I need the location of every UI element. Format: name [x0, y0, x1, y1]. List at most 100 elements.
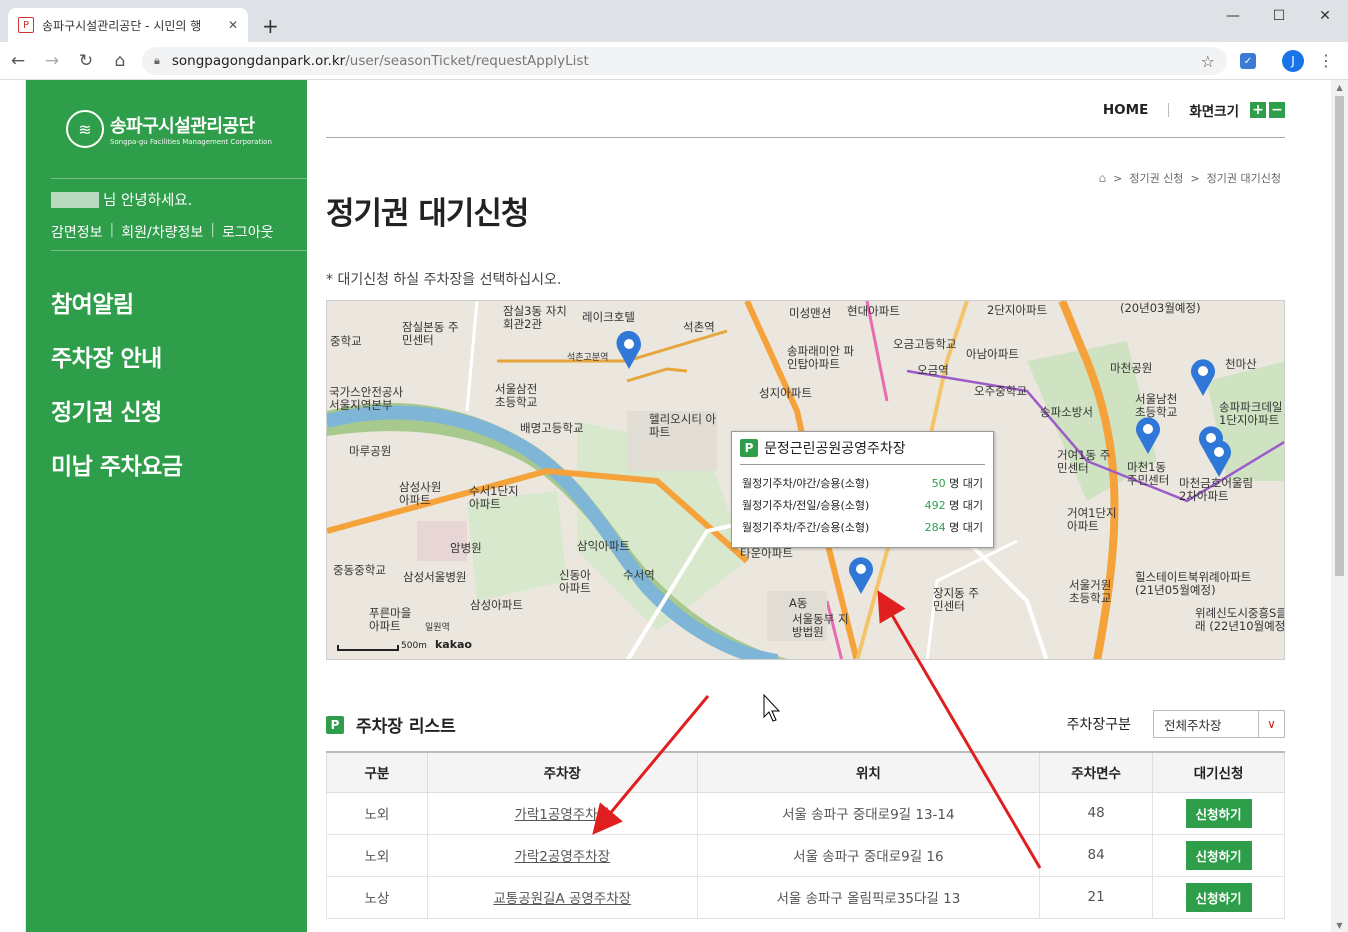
map-label: 암병원	[450, 541, 482, 555]
column-header: 주차면수	[1039, 751, 1154, 793]
ticket-type: 월정기주차/주간/승용(소형)	[742, 521, 870, 534]
profile-avatar[interactable]: J	[1282, 50, 1304, 72]
scroll-thumb[interactable]	[1335, 96, 1344, 576]
list-header: P 주차장 리스트	[326, 712, 456, 737]
logo-subtitle: Songpa-gu Facilities Management Corporat…	[110, 138, 272, 146]
column-header: 대기신청	[1152, 751, 1285, 793]
breadcrumb-home-icon[interactable]: ⌂	[1098, 171, 1106, 185]
waiting-count: 284	[924, 521, 946, 534]
map-label: 삼성아파트	[470, 598, 523, 612]
map-label: 일원역	[425, 623, 450, 633]
tab-title: 송파구시설관리공단 - 시민의 행	[42, 18, 202, 33]
close-window-icon[interactable]: ✕	[1302, 0, 1348, 32]
zoom-label: 화면크기	[1189, 104, 1239, 120]
location-cell: 서울 송파구 중대로9길 16	[696, 833, 1041, 877]
table-header-row: 구분 주차장 위치 주차면수 대기신청	[326, 751, 1285, 793]
map-label: 오금역	[917, 363, 949, 377]
parking-marker-icon[interactable]	[615, 331, 643, 371]
window-controls: — ☐ ✕	[1210, 0, 1348, 32]
parking-type-select[interactable]: 전체주차장 ∨	[1153, 710, 1285, 738]
browser-menu-icon[interactable]: ⋮	[1318, 51, 1334, 70]
parking-map[interactable]: 잠실본동 주민센터 잠실3동 자치회관2관 레이크호텔 석촌역 석촌고분역 서울…	[326, 300, 1285, 660]
breadcrumb-item[interactable]: 정기권 대기신청	[1207, 170, 1281, 186]
browser-tab-strip: P 송파구시설관리공단 - 시민의 행 ✕ + — ☐ ✕	[0, 0, 1348, 42]
map-label: 오주중학교	[974, 384, 1027, 398]
maximize-icon[interactable]: ☐	[1256, 0, 1302, 32]
site-favicon-icon: P	[18, 17, 34, 33]
scrollbar[interactable]: ▲ ▼	[1331, 80, 1348, 932]
apply-button[interactable]: 신청하기	[1185, 798, 1252, 828]
kind-cell: 노상	[326, 875, 428, 919]
forward-icon[interactable]: →	[36, 45, 68, 77]
spaces-cell: 48	[1039, 791, 1154, 835]
map-label: 타운아파트	[740, 546, 793, 560]
parking-marker-icon[interactable]	[1205, 439, 1233, 479]
map-label: 송파파크데일 1단지아파트	[1219, 400, 1283, 428]
map-label: (20년03월예정)	[1120, 301, 1201, 315]
reload-icon[interactable]: ↻	[70, 45, 102, 77]
site-logo[interactable]: ≋ 송파구시설관리공단 Songpa-gu Facilities Managem…	[66, 110, 272, 148]
breadcrumb-sep: >	[1113, 171, 1123, 185]
kind-cell: 노외	[326, 833, 428, 877]
sidebar-item-unpaid-fees[interactable]: 미납 주차요금	[51, 447, 183, 501]
parking-marker-icon[interactable]	[847, 556, 875, 596]
address-bar[interactable]: 🔒︎ songpagongdanpark.or.kr/user/seasonTi…	[142, 47, 1227, 75]
popup-row: 월정기주차/주간/승용(소형) 284 명 대기	[732, 519, 993, 535]
parking-name-link[interactable]: 교통공원길A 공영주차장	[493, 891, 631, 907]
parking-info-popup: P 문정근린공원공영주차장 월정기주차/야간/승용(소형) 50 명 대기 월정기…	[731, 431, 994, 548]
tab-close-icon[interactable]: ✕	[228, 18, 238, 32]
popup-row: 월정기주차/야간/승용(소형) 50 명 대기	[732, 475, 993, 491]
greeting-text: 님 안녕하세요.	[103, 193, 193, 209]
sidebar-item-notifications[interactable]: 참여알림	[51, 285, 182, 339]
page-left-margin	[0, 80, 26, 932]
map-label: 서울거원 초등학교	[1069, 578, 1112, 606]
parking-marker-icon[interactable]	[1134, 416, 1162, 456]
scroll-down-icon[interactable]: ▼	[1331, 918, 1348, 932]
map-label: 장지동 주민센터	[933, 586, 979, 614]
breadcrumb-item[interactable]: 정기권 신청	[1129, 170, 1183, 186]
minimize-icon[interactable]: —	[1210, 0, 1256, 32]
page-notice: * 대기신청 하실 주차장을 선택하십시오.	[326, 272, 562, 288]
map-label: 헬리오시티 아파트	[649, 412, 717, 440]
new-tab-icon[interactable]: +	[262, 14, 279, 38]
parking-name-link[interactable]: 가락2공영주차장	[514, 849, 610, 865]
ticket-type: 월정기주차/야간/승용(소형)	[742, 477, 870, 490]
link-member-vehicle-info[interactable]: 회원/차량정보	[121, 222, 203, 242]
apply-button[interactable]: 신청하기	[1185, 840, 1252, 870]
sidebar: ≋ 송파구시설관리공단 Songpa-gu Facilities Managem…	[26, 80, 307, 932]
ticket-type: 월정기주차/전일/승용(소형)	[742, 499, 870, 512]
column-header: 주차장	[426, 751, 698, 793]
waiting-count: 50	[931, 477, 946, 490]
filter-label: 주차장구분	[1066, 717, 1131, 733]
scroll-up-icon[interactable]: ▲	[1331, 80, 1348, 94]
apply-button[interactable]: 신청하기	[1185, 882, 1252, 912]
logo-emblem-icon: ≋	[66, 110, 104, 148]
column-header: 구분	[326, 751, 428, 793]
main-content: HOME 화면크기 + − ⌂ > 정기권 신청 > 정기권 대기신청 정기권 …	[326, 80, 1285, 932]
zoom-in-button[interactable]: +	[1250, 102, 1266, 118]
map-label: 삼익아파트	[577, 539, 630, 553]
zoom-out-button[interactable]: −	[1269, 102, 1285, 118]
map-scale: 500m kakao	[337, 638, 472, 651]
page-title: 정기권 대기신청	[326, 196, 529, 232]
username-redacted	[51, 191, 99, 208]
home-icon[interactable]: ⌂	[104, 45, 136, 77]
browser-tab[interactable]: P 송파구시설관리공단 - 시민의 행 ✕	[8, 8, 248, 42]
sidebar-item-parking-info[interactable]: 주차장 안내	[51, 339, 182, 393]
parking-marker-icon[interactable]	[1189, 358, 1217, 398]
bookmark-star-icon[interactable]: ☆	[1201, 52, 1215, 71]
divider: |	[210, 222, 215, 238]
link-reduction-info[interactable]: 감면정보	[51, 222, 103, 242]
parking-name-link[interactable]: 가락1공영주차장	[514, 807, 610, 823]
user-box: 님 안녕하세요. 감면정보 | 회원/차량정보 | 로그아웃	[51, 178, 307, 251]
map-label: 천마산	[1225, 357, 1257, 371]
home-link[interactable]: HOME	[1103, 102, 1148, 118]
spaces-cell: 21	[1039, 875, 1154, 919]
link-logout[interactable]: 로그아웃	[222, 222, 274, 242]
sidebar-item-season-ticket[interactable]: 정기권 신청	[51, 393, 182, 447]
map-label: 거여1동 주민센터	[1057, 448, 1111, 476]
column-header: 위치	[696, 751, 1041, 793]
map-label: 레이크호텔	[582, 310, 635, 324]
extension-icon[interactable]: ✓	[1240, 53, 1256, 69]
back-icon[interactable]: ←	[2, 45, 34, 77]
